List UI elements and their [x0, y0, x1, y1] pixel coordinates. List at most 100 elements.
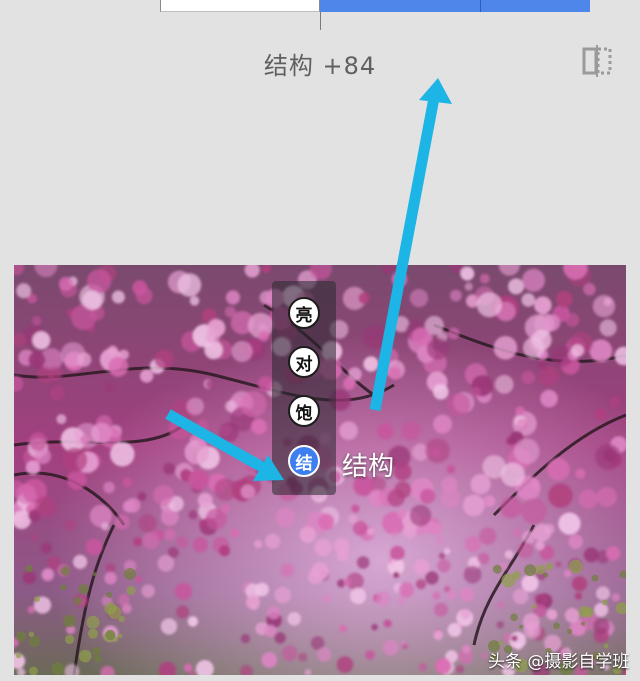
blossom-cluster — [137, 491, 147, 501]
blossom-cluster — [425, 571, 439, 585]
leaf-cluster — [498, 640, 504, 646]
tool-structure-icon[interactable]: 结 — [288, 445, 320, 477]
blossom-cluster — [133, 537, 143, 547]
blossom-cluster — [240, 484, 255, 499]
blossom-cluster — [274, 586, 292, 604]
leaf-cluster — [510, 613, 518, 622]
blossom-cluster — [280, 563, 295, 577]
leaf-cluster — [63, 614, 76, 628]
blossom-cluster — [118, 594, 130, 606]
tool-brightness-icon[interactable]: 亮 — [288, 297, 320, 329]
blossom-cluster — [138, 514, 157, 533]
blossom-cluster — [32, 316, 42, 326]
blossom-cluster — [521, 293, 536, 307]
blossom-cluster — [219, 545, 230, 557]
blossom-cluster — [67, 470, 87, 490]
blossom-cluster — [460, 608, 471, 619]
blossom-cluster — [455, 665, 465, 674]
blossom-cluster — [27, 606, 35, 614]
blossom-cluster — [537, 359, 548, 370]
blossom-cluster — [431, 448, 441, 458]
blossom-cluster — [177, 273, 202, 297]
leaf-cluster — [106, 591, 113, 598]
blossom-cluster — [513, 438, 540, 465]
blossom-cluster — [82, 290, 102, 310]
blossom-cluster — [546, 609, 558, 620]
blossom-cluster — [496, 621, 505, 629]
blossom-cluster — [141, 584, 155, 598]
leaf-cluster — [519, 624, 523, 629]
blossom-cluster — [336, 656, 354, 673]
blossom-cluster — [465, 535, 482, 553]
leaf-cluster — [34, 596, 40, 603]
split-compare-icon[interactable] — [580, 44, 614, 78]
blossom-cluster — [480, 652, 488, 660]
blossom-cluster — [251, 418, 267, 435]
blossom-cluster — [409, 289, 429, 308]
leaf-cluster — [78, 649, 92, 663]
blossom-cluster — [388, 366, 402, 380]
leaf-cluster — [25, 564, 33, 573]
blossom-cluster — [287, 612, 302, 626]
leaf-cluster — [29, 666, 38, 675]
blossom-cluster — [105, 563, 116, 573]
blossom-cluster — [258, 330, 270, 342]
blossom-cluster — [114, 514, 130, 530]
blossom-cluster — [168, 417, 191, 440]
blossom-cluster — [398, 582, 415, 598]
leaf-cluster — [591, 574, 599, 582]
blossom-cluster — [187, 616, 199, 627]
blossom-cluster — [609, 396, 621, 408]
blossom-cluster — [317, 513, 335, 530]
blossom-cluster — [218, 422, 239, 442]
watermark: 头条 @摄影自学班 — [488, 652, 630, 672]
blossom-cluster — [390, 545, 405, 561]
blossom-cluster — [522, 613, 540, 631]
blossom-cluster — [603, 297, 612, 306]
blossom-cluster — [317, 647, 332, 662]
blossom-cluster — [339, 624, 348, 633]
blossom-cluster — [125, 498, 141, 513]
blossom-cluster — [563, 569, 572, 578]
blossom-cluster — [363, 325, 387, 350]
blossom-cluster — [500, 496, 522, 519]
blossom-cluster — [50, 385, 65, 401]
blossom-cluster — [440, 488, 461, 508]
blossom-cluster — [415, 579, 427, 590]
tool-saturation-icon[interactable]: 饱 — [288, 395, 320, 427]
leaf-cluster — [535, 564, 546, 575]
tool-contrast-icon[interactable]: 对 — [288, 346, 320, 378]
blossom-cluster — [513, 528, 522, 538]
blossom-cluster — [528, 628, 536, 636]
blossom-cluster — [339, 421, 358, 440]
blossom-cluster — [534, 296, 552, 314]
active-tool-label: 结构 — [342, 452, 395, 482]
blossom-cluster — [356, 556, 370, 569]
leaf-cluster — [60, 584, 67, 591]
blossom-cluster — [571, 576, 588, 592]
blossom-cluster — [606, 546, 621, 561]
blossom-cluster — [140, 369, 154, 383]
blossom-cluster — [462, 494, 485, 517]
blossom-cluster — [595, 408, 607, 420]
tool-selector-menu: 亮 对 饱 结 — [272, 281, 336, 495]
blossom-cluster — [275, 507, 295, 527]
blossom-cluster — [611, 593, 620, 602]
blossom-cluster — [447, 622, 462, 637]
blossom-cluster — [564, 608, 580, 623]
blossom-cluster — [135, 575, 143, 583]
blossom-cluster — [397, 597, 406, 605]
leaf-cluster — [78, 584, 89, 595]
blossom-cluster — [154, 349, 174, 369]
leaf-cluster — [545, 562, 554, 571]
blossom-cluster — [230, 528, 240, 538]
blossom-cluster — [589, 339, 613, 363]
blossom-cluster — [401, 421, 421, 441]
leaf-cluster — [531, 604, 537, 609]
blossom-cluster — [599, 319, 617, 337]
leaf-cluster — [568, 559, 583, 574]
blossom-cluster — [267, 606, 281, 620]
blossom-cluster — [22, 570, 36, 584]
blossom-cluster — [197, 492, 213, 508]
blossom-cluster — [163, 462, 176, 475]
